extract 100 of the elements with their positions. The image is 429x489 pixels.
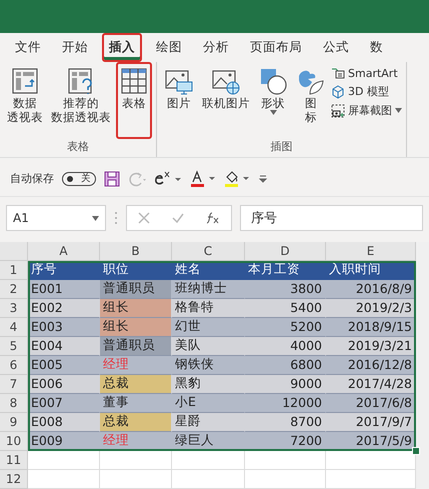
button-label: 数据透视表 (51, 110, 111, 125)
drag-handle-icon (114, 211, 118, 226)
ribbon-button[interactable]: 联机图片 (199, 62, 253, 138)
font-color-icon[interactable] (190, 170, 216, 188)
table-cell: 2017/4/28 (326, 374, 416, 394)
ribbon-tab[interactable]: 分析 (196, 33, 236, 62)
autosave-toggle[interactable]: 关 (62, 172, 96, 186)
table-cell: 普通职员 (100, 280, 172, 299)
button-label: 图 (305, 96, 317, 110)
row-number[interactable]: 7 (0, 374, 28, 394)
ribbon-small-button[interactable]: SmartArt (331, 66, 402, 80)
ribbon-tab[interactable]: 公式 (316, 33, 356, 62)
row-number[interactable]: 9 (0, 412, 28, 432)
ribbon-button[interactable]: 推荐的 数据透视表 (48, 62, 114, 138)
table-cell: 美队 (172, 336, 245, 356)
fill-handle[interactable] (412, 446, 420, 455)
table-cell: 2016/8/9 (326, 280, 416, 299)
shapes-icon (258, 66, 288, 96)
table-cell: E008 (28, 412, 100, 432)
button-label: 推荐的 (63, 96, 99, 110)
button-label: 联机图片 (202, 96, 250, 110)
table-cell: E005 (28, 356, 100, 375)
ribbon-tab[interactable]: 页面布局 (243, 33, 309, 62)
row-number[interactable]: 5 (0, 336, 28, 356)
table-cell: 8700 (245, 412, 326, 432)
row-number[interactable]: 8 (0, 394, 28, 413)
pivot-table-icon (10, 66, 40, 96)
table-cell: 2018/9/15 (326, 318, 416, 337)
function-icon[interactable] (206, 212, 220, 224)
formula-input[interactable]: 序号 (240, 205, 423, 232)
button-label: 透视表 (7, 110, 43, 125)
ribbon-button[interactable]: 数据 透视表 (4, 62, 46, 138)
table-cell: 普通职员 (100, 336, 172, 356)
table-cell: 2019/3/21 (326, 336, 416, 356)
row-number[interactable]: 3 (0, 298, 28, 318)
row-number[interactable]: 11 (0, 450, 28, 470)
table-cell: 5200 (245, 318, 326, 337)
table-cell: 12000 (245, 394, 326, 413)
button-label: 标 (305, 110, 317, 125)
ribbon-tab[interactable]: 数 (363, 33, 390, 62)
table-cell: 总裁 (100, 374, 172, 394)
table-cell: E002 (28, 298, 100, 318)
row-number[interactable]: 4 (0, 318, 28, 337)
ribbon-button[interactable]: 形状 (255, 62, 291, 138)
button-label: 数据 (13, 96, 37, 110)
table-cell: 董事 (100, 394, 172, 413)
table-grid-icon (119, 66, 149, 96)
ribbon-tab[interactable]: 文件 (8, 33, 48, 62)
button-label: 形状 (261, 96, 285, 110)
group-label: 插图 (270, 138, 294, 154)
column-header[interactable]: E (326, 242, 416, 261)
table-cell: 小E (172, 394, 245, 413)
column-header[interactable]: B (100, 242, 172, 261)
table-cell: 2019/2/3 (326, 298, 416, 318)
row-number[interactable]: 10 (0, 432, 28, 451)
checkmark-icon[interactable] (172, 212, 184, 224)
table-cell: 星爵 (172, 412, 245, 432)
exponent-icon[interactable] (154, 170, 182, 188)
table-cell: 6800 (245, 356, 326, 375)
cube-icon (331, 84, 345, 98)
row-number[interactable]: 6 (0, 356, 28, 375)
fill-color-icon[interactable] (224, 170, 250, 188)
ribbon-small-button[interactable]: 屏幕截图 (331, 103, 402, 118)
column-header[interactable]: C (172, 242, 245, 261)
row-number[interactable]: 12 (0, 470, 28, 489)
table-cell: 9000 (245, 374, 326, 394)
table-cell: E006 (28, 374, 100, 394)
table-cell: 总裁 (100, 412, 172, 432)
column-header[interactable]: D (245, 242, 326, 261)
table-cell: E003 (28, 318, 100, 337)
table-cell: 4000 (245, 336, 326, 356)
ribbon-tab[interactable]: 开始 (55, 33, 95, 62)
table-cell: E001 (28, 280, 100, 299)
column-header[interactable]: A (28, 242, 100, 261)
group-label: 表格 (66, 138, 90, 154)
table-cell: 2017/9/7 (326, 412, 416, 432)
autosave-label: 自动保存 (10, 171, 54, 186)
button-label: 图片 (167, 96, 191, 110)
table-cell: 2017/6/8 (326, 394, 416, 413)
table-cell: 黑豹 (172, 374, 245, 394)
smartart-icon (331, 66, 345, 80)
table-cell: 3800 (245, 280, 326, 299)
ribbon-button[interactable]: 表格 (116, 62, 152, 138)
ribbon-tab[interactable]: 插入 (102, 33, 142, 62)
table-cell: 幻世 (172, 318, 245, 337)
ribbon-button[interactable]: 图片 (161, 62, 197, 138)
ribbon-tab[interactable]: 绘图 (149, 33, 189, 62)
row-number[interactable]: 2 (0, 280, 28, 299)
customize-caret-icon[interactable] (258, 174, 268, 184)
table-cell: 格鲁特 (172, 298, 245, 318)
save-icon[interactable] (104, 170, 120, 186)
ribbon-button[interactable]: 图 标 (293, 62, 329, 138)
table-cell: E007 (28, 394, 100, 413)
name-box[interactable]: A1 (6, 205, 106, 232)
caret-icon (92, 216, 99, 221)
table-cell: 班纳博士 (172, 280, 245, 299)
table-cell: 经理 (100, 356, 172, 375)
row-number[interactable]: 1 (0, 260, 28, 280)
table-cell: 组长 (100, 298, 172, 318)
ribbon-small-button[interactable]: 3D 模型 (331, 84, 402, 99)
